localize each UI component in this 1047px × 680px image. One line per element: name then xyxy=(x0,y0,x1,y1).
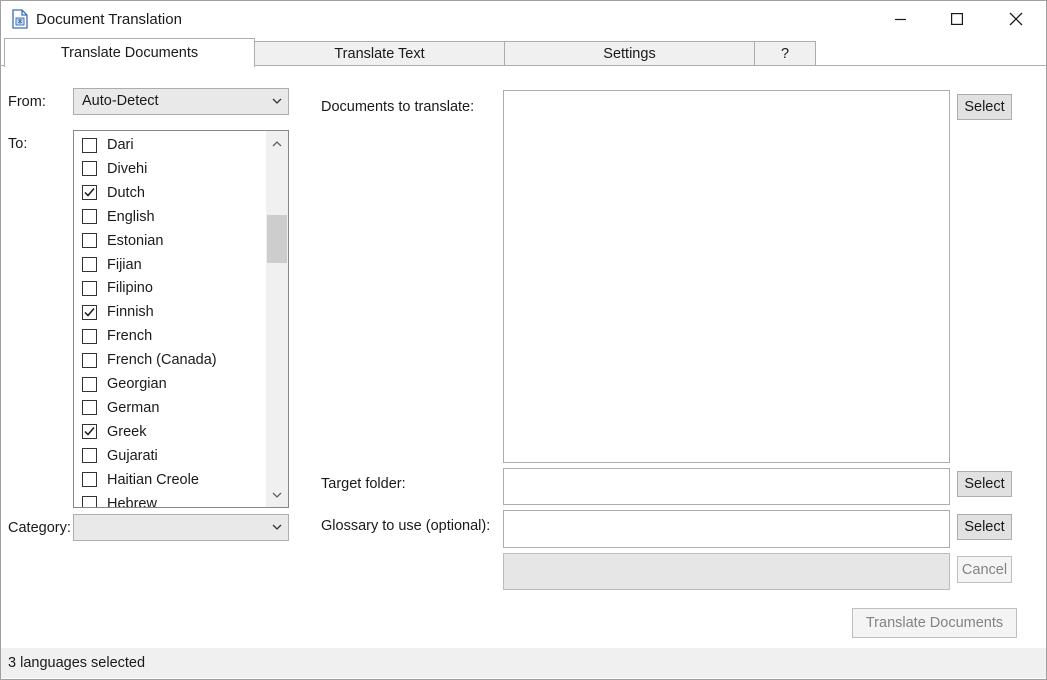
checkmark-icon xyxy=(84,307,95,317)
checkmark-icon xyxy=(84,188,95,197)
language-item[interactable]: German xyxy=(82,396,159,420)
language-item[interactable]: English xyxy=(82,205,155,229)
language-checkbox[interactable] xyxy=(82,209,97,225)
tab-label: Translate Text xyxy=(334,45,425,62)
language-item[interactable]: Gujarati xyxy=(82,444,158,468)
tab-translate-text[interactable]: Translate Text xyxy=(254,41,505,65)
category-dropdown[interactable] xyxy=(73,514,289,541)
language-checkbox[interactable] xyxy=(82,161,97,177)
language-list-scrollbar[interactable] xyxy=(266,131,288,507)
chevron-down-icon xyxy=(272,98,282,104)
language-checkbox[interactable] xyxy=(82,185,97,201)
tab-settings[interactable]: Settings xyxy=(504,41,755,65)
language-checkbox[interactable] xyxy=(82,280,97,296)
language-item[interactable]: Finnish xyxy=(82,300,154,324)
language-label: Georgian xyxy=(107,376,167,392)
language-item[interactable]: Divehi xyxy=(82,157,147,181)
language-label: Dari xyxy=(107,137,134,153)
close-icon xyxy=(1009,12,1023,26)
language-checkbox[interactable] xyxy=(82,352,97,368)
translate-documents-button[interactable]: Translate Documents xyxy=(852,608,1017,638)
document-translate-icon xyxy=(12,9,28,29)
select-glossary-button[interactable]: Select xyxy=(957,514,1012,540)
documents-list[interactable] xyxy=(503,90,950,463)
cancel-button[interactable]: Cancel xyxy=(957,556,1012,583)
language-item[interactable]: Haitian Creole xyxy=(82,468,199,492)
language-label: Dutch xyxy=(107,184,145,201)
language-label: Fijian xyxy=(107,256,142,273)
language-checkbox[interactable] xyxy=(82,137,97,153)
from-language-dropdown[interactable]: Auto-Detect xyxy=(73,88,289,115)
select-documents-button[interactable]: Select xyxy=(957,94,1012,120)
language-item[interactable]: Georgian xyxy=(82,372,167,396)
language-checkbox[interactable] xyxy=(82,304,97,320)
glossary-label: Glossary to use (optional): xyxy=(321,518,491,534)
language-label: Hebrew xyxy=(107,495,157,508)
language-label: French (Canada) xyxy=(107,352,217,369)
language-checkbox[interactable] xyxy=(82,257,97,272)
tab-strip: Translate Documents Translate Text Setti… xyxy=(0,38,1047,67)
scroll-up-icon[interactable] xyxy=(272,140,282,148)
language-checkbox[interactable] xyxy=(82,424,97,440)
language-checkbox[interactable] xyxy=(82,496,97,507)
tab-label: Translate Documents xyxy=(60,45,199,61)
language-label: German xyxy=(107,399,160,416)
minimize-icon xyxy=(895,18,906,21)
target-folder-label: Target folder: xyxy=(321,476,406,492)
language-checkbox[interactable] xyxy=(82,400,97,416)
to-language-list: Dari Divehi Dutch English Estonian Fijian Fili… xyxy=(73,130,289,508)
target-folder-field[interactable] xyxy=(503,468,950,505)
language-checkbox[interactable] xyxy=(82,233,97,249)
to-label: To: xyxy=(8,136,28,152)
chevron-down-icon xyxy=(272,524,282,530)
language-label: Filipino xyxy=(107,280,153,297)
status-text: 3 languages selected xyxy=(8,655,146,671)
title-bar: Document Translation xyxy=(1,1,1046,37)
language-checkbox[interactable] xyxy=(82,448,97,464)
tab-help[interactable]: ? xyxy=(754,41,816,65)
language-label: Estonian xyxy=(107,232,164,249)
tab-label: Settings xyxy=(603,45,656,62)
language-item[interactable]: Fijian xyxy=(82,253,142,277)
language-label: Haitian Creole xyxy=(107,471,199,488)
language-checkbox[interactable] xyxy=(82,376,97,392)
language-label: Greek xyxy=(107,423,147,440)
language-label: Gujarati xyxy=(107,447,158,464)
language-label: French xyxy=(107,328,153,345)
language-label: Finnish xyxy=(107,304,154,321)
from-label: From: xyxy=(8,94,46,110)
tab-label: ? xyxy=(780,45,790,62)
language-item[interactable]: Estonian xyxy=(82,229,163,253)
documents-label: Documents to translate: xyxy=(321,99,475,115)
close-button[interactable] xyxy=(987,2,1045,36)
language-item[interactable]: Filipino xyxy=(82,276,153,300)
language-checkbox[interactable] xyxy=(82,472,97,488)
scroll-down-icon[interactable] xyxy=(272,491,282,499)
category-label: Category: xyxy=(8,520,71,536)
select-target-folder-button[interactable]: Select xyxy=(957,471,1012,497)
language-item[interactable]: Greek xyxy=(82,420,147,444)
translation-progress-bar xyxy=(503,553,950,590)
minimize-button[interactable] xyxy=(872,2,930,36)
language-item[interactable]: Hebrew xyxy=(82,492,157,508)
language-label: English xyxy=(107,208,155,225)
window-title: Document Translation xyxy=(36,11,182,28)
language-label: Divehi xyxy=(107,160,148,177)
language-item[interactable]: Dutch xyxy=(82,181,145,205)
language-item[interactable]: French xyxy=(82,324,152,348)
language-item[interactable]: French (Canada) xyxy=(82,348,217,372)
maximize-icon xyxy=(951,13,963,25)
from-language-value: Auto-Detect xyxy=(82,93,159,109)
scrollbar-thumb[interactable] xyxy=(267,215,287,263)
tab-translate-documents[interactable]: Translate Documents xyxy=(4,38,255,67)
glossary-field[interactable] xyxy=(503,510,950,548)
language-item[interactable]: Dari xyxy=(82,133,134,157)
language-checkbox[interactable] xyxy=(82,328,97,344)
checkmark-icon xyxy=(84,427,95,436)
maximize-button[interactable] xyxy=(928,2,986,36)
status-bar: 3 languages selected xyxy=(1,648,1046,678)
